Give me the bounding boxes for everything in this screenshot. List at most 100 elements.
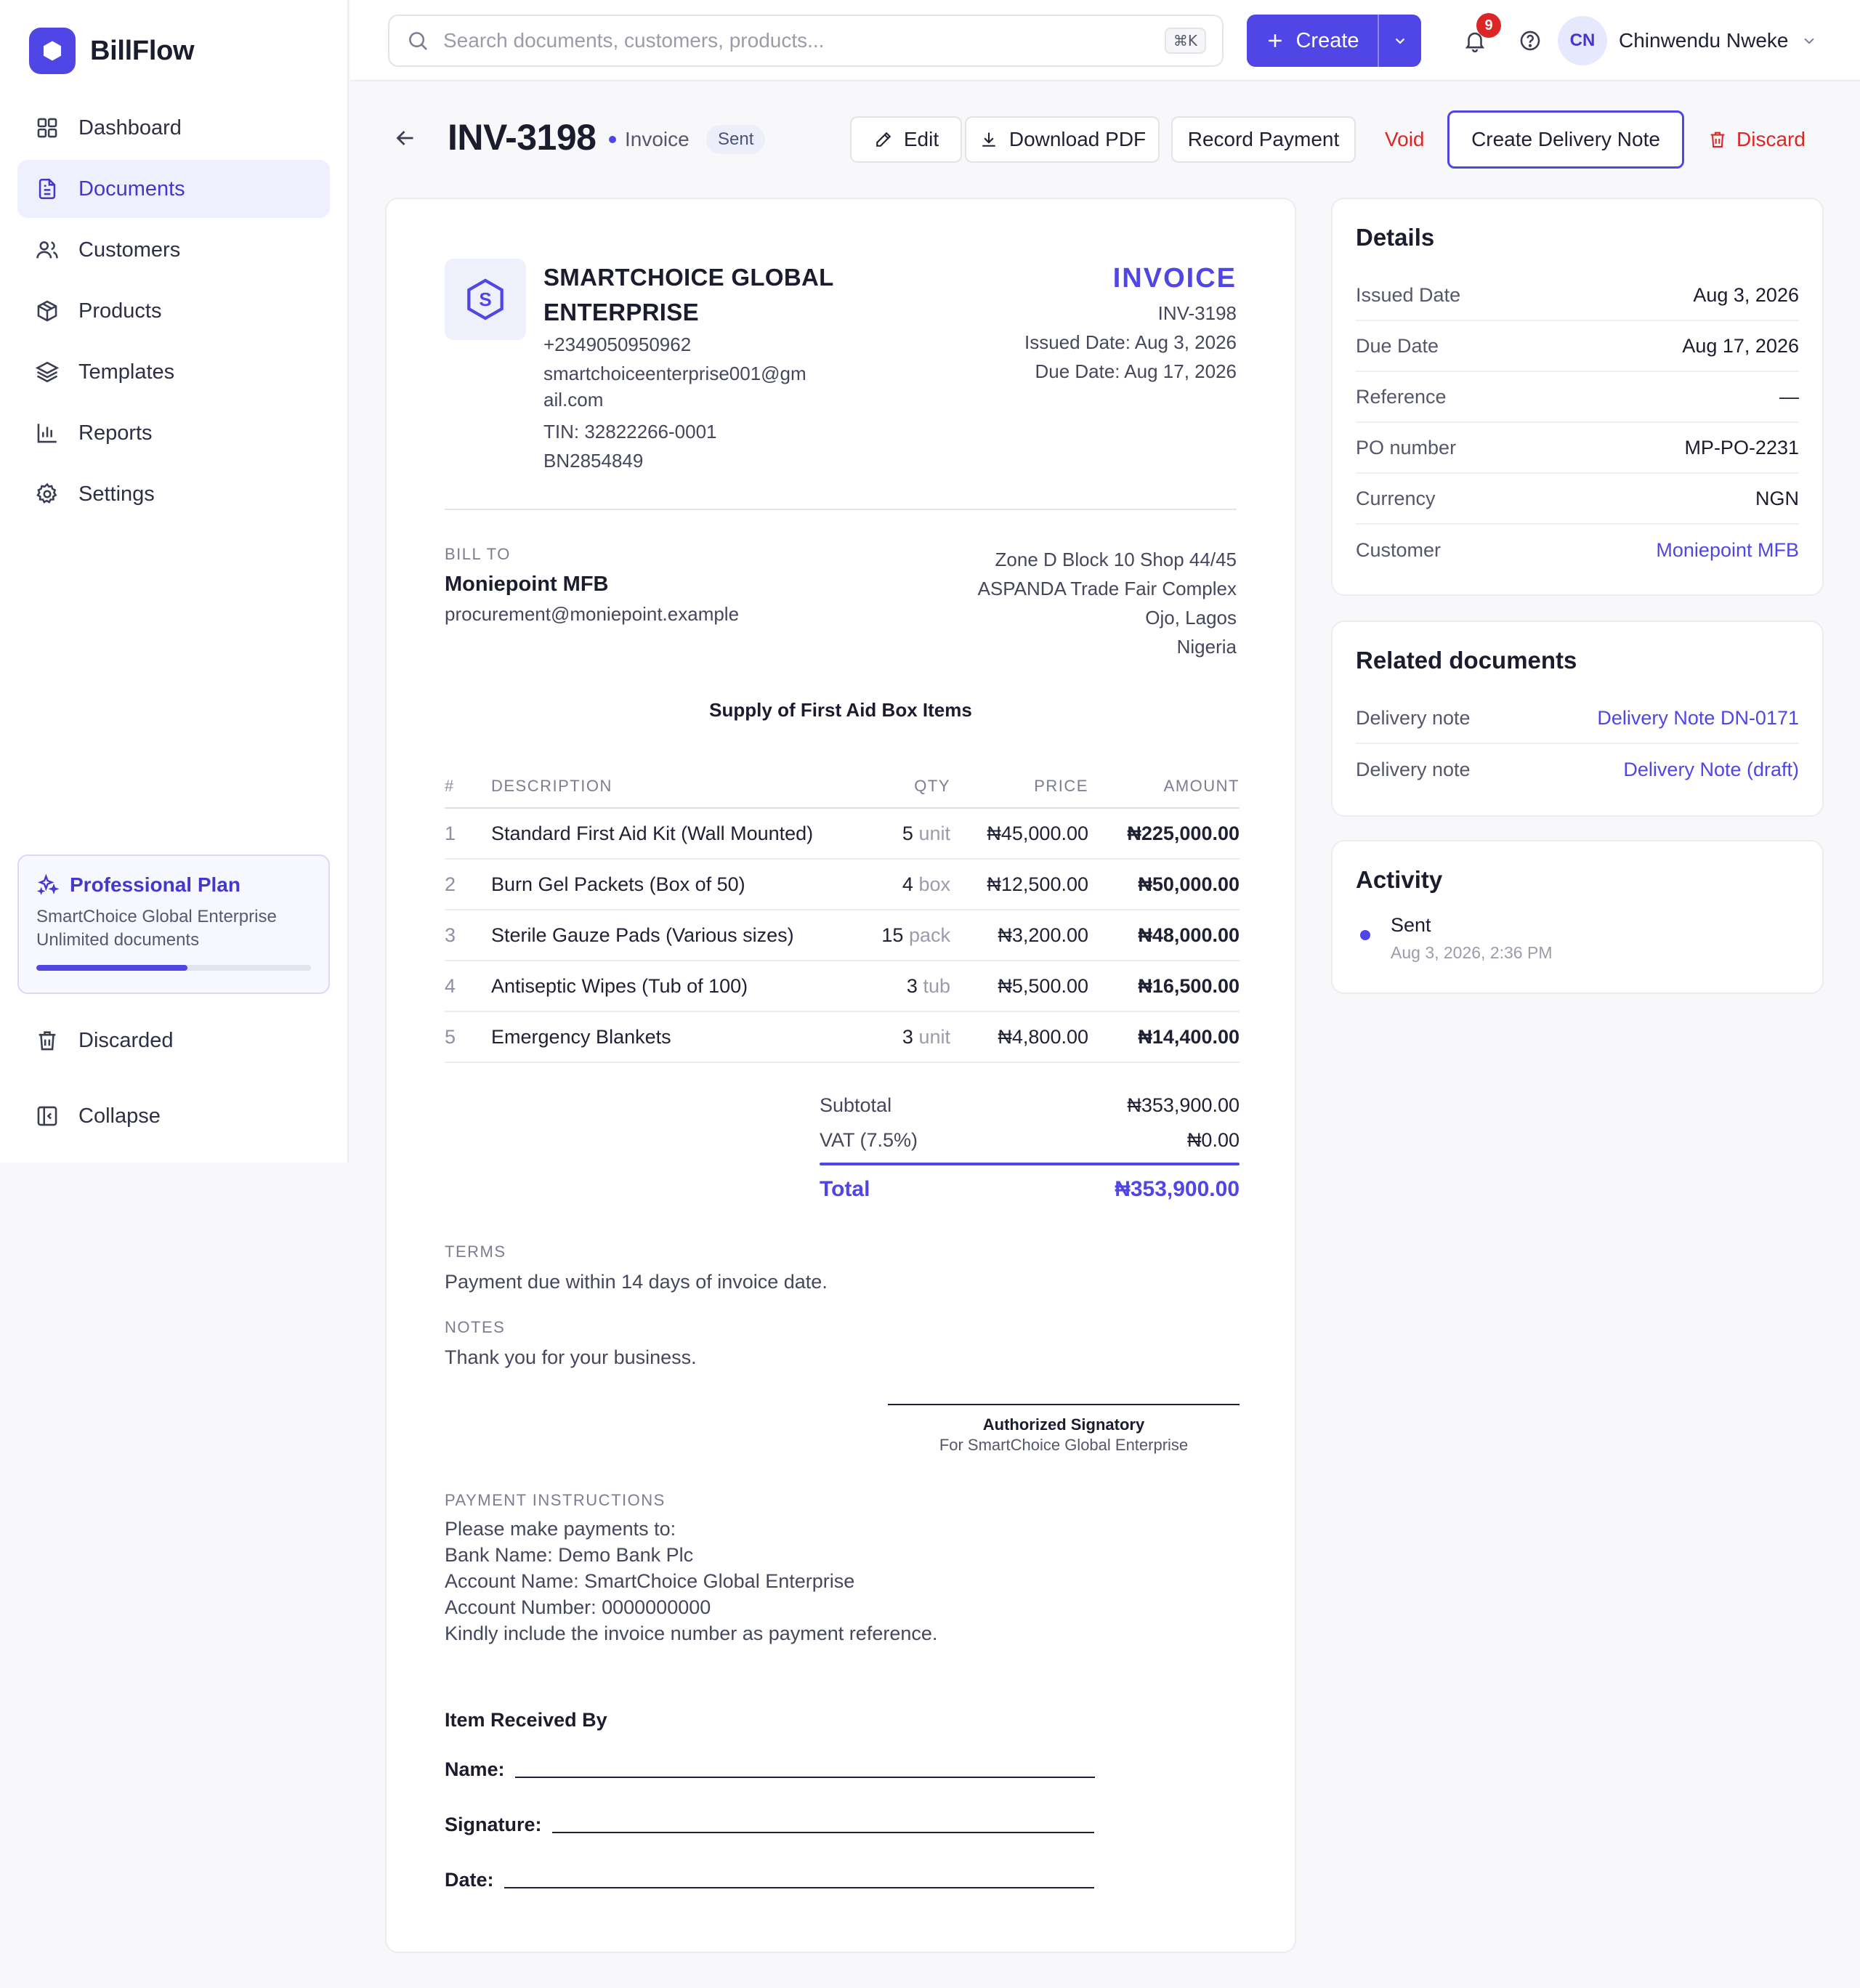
bill-to-address: Zone D Block 10 Shop 44/45 ASPANDA Trade… [978,545,1237,661]
details-card: Details Issued Date Aug 3, 2026 Due Date… [1331,198,1824,596]
total-value: ₦353,900.00 [1115,1177,1240,1201]
item-description: Standard First Aid Kit (Wall Mounted) [491,808,841,860]
sidebar-item-templates[interactable]: Templates [17,343,330,401]
related-documents-card: Related documents Delivery note Delivery… [1331,621,1824,817]
search-input[interactable] [443,29,1152,52]
search-icon [409,32,427,50]
user-name: Chinwendu Nweke [1619,29,1789,52]
invoice-issued-date: Issued Date: Aug 3, 2026 [1024,331,1237,353]
users-icon [36,241,58,259]
detail-row-customer: Customer Moniepoint MFB [1356,525,1799,575]
sidebar-item-label: Dashboard [78,116,182,140]
subtotal-row: Subtotal ₦353,900.00 [820,1094,1240,1117]
bar-chart-icon [37,424,57,443]
document-icon [39,178,56,200]
box-icon [37,300,57,322]
item-price: ₦4,800.00 [950,1011,1088,1063]
item-num: 3 [445,910,491,961]
vat-label: VAT (7.5%) [820,1129,918,1151]
page-title: INV-3198 [448,117,597,158]
activity-title: Activity [1356,866,1443,893]
total-divider [820,1163,1240,1165]
column-header-description: DESCRIPTION [491,764,841,809]
notes-text: Thank you for your business. [445,1346,697,1368]
user-menu[interactable]: CN Chinwendu Nweke [1558,16,1819,65]
company-email: smartchoiceenterprise001@gm ail.com [543,360,806,413]
activity-event: Sent [1391,914,1431,936]
item-amount: ₦14,400.00 [1088,1011,1240,1063]
detail-label: Customer [1356,538,1442,561]
sidebar-item-label: Collapse [78,1104,161,1128]
item-price: ₦3,200.00 [950,910,1088,961]
sidebar-item-reports[interactable]: Reports [17,404,330,462]
topbar: ⌘K Create 9 CN Chinwendu Nweke [350,0,1860,81]
edit-button[interactable]: Edit [850,116,962,163]
sidebar: BillFlow Dashboard Documents Customers P… [0,0,349,1163]
status-badge: Sent [706,125,766,154]
discard-label: Discard [1736,128,1806,150]
company-email-line: ail.com [543,389,604,411]
item-qty: 15 pack [841,910,950,961]
trash-icon [39,1031,56,1051]
grid-icon [37,118,57,138]
activity-time: Aug 3, 2026, 2:36 PM [1391,943,1553,962]
item-price: ₦45,000.00 [950,808,1088,860]
detail-row-issued-date: Issued Date Aug 3, 2026 [1356,270,1799,321]
signatory-title: Authorized Signatory [982,1415,1145,1434]
received-signature-line [551,1832,1094,1833]
search-shortcut: ⌘K [1164,28,1206,54]
download-pdf-button[interactable]: Download PDF [965,116,1160,163]
create-delivery-note-button[interactable]: Create Delivery Note [1447,110,1684,169]
help-button[interactable] [1510,20,1550,61]
sidebar-item-label: Settings [78,482,155,506]
payment-instructions-label: PAYMENT INSTRUCTIONS [445,1491,666,1509]
item-price: ₦12,500.00 [950,859,1088,910]
sidebar-item-documents[interactable]: Documents [17,160,330,218]
notifications-button[interactable]: 9 [1455,13,1501,61]
edit-label: Edit [903,128,939,150]
record-payment-button[interactable]: Record Payment [1171,116,1356,163]
discard-button[interactable]: Discard [1707,116,1806,163]
item-qty: 3 unit [841,1011,950,1063]
detail-label: Reference [1356,385,1447,408]
arrow-left-icon [396,131,413,145]
table-row: 1 Standard First Aid Kit (Wall Mounted) … [445,808,1240,860]
brand[interactable]: BillFlow [29,28,195,74]
related-label: Delivery note [1356,706,1471,729]
sidebar-item-settings[interactable]: Settings [17,465,330,523]
line-items-table: # DESCRIPTION QTY PRICE AMOUNT 1 Standar… [445,764,1240,1063]
terms-text: Payment due within 14 days of invoice da… [445,1271,828,1293]
related-document-link[interactable]: Delivery Note DN-0171 [1597,707,1799,730]
collapse-sidebar-icon [37,1106,57,1126]
avatar: CN [1558,16,1607,65]
invoice-due-date: Due Date: Aug 17, 2026 [1035,360,1237,382]
create-dropdown-button[interactable] [1378,15,1421,67]
vat-row: VAT (7.5%) ₦0.00 [820,1129,1240,1152]
sidebar-item-dashboard[interactable]: Dashboard [17,99,330,157]
related-row: Delivery note Delivery Note DN-0171 [1356,693,1799,744]
back-button[interactable] [392,125,418,151]
plan-title: Professional Plan [36,873,311,897]
subtotal-value: ₦353,900.00 [1127,1094,1240,1116]
received-name-field: Name: [445,1758,1095,1781]
detail-row-due-date: Due Date Aug 17, 2026 [1356,321,1799,372]
trash-icon [1710,132,1725,148]
sidebar-item-customers[interactable]: Customers [17,221,330,279]
plan-card[interactable]: Professional Plan SmartChoice Global Ent… [17,854,330,994]
qty-unit: pack [908,924,950,946]
customer-link[interactable]: Moniepoint MFB [1656,539,1799,562]
related-document-link[interactable]: Delivery Note (draft) [1623,759,1799,781]
void-button[interactable]: Void [1385,116,1425,163]
sidebar-item-discarded[interactable]: Discarded [17,1011,330,1070]
column-header-qty: QTY [841,764,950,809]
company-email-line: smartchoiceenterprise001@gm [543,363,806,384]
company-logo: S [445,259,526,340]
sidebar-collapse-button[interactable]: Collapse [17,1087,330,1145]
company-tin: TIN: 32822266-0001 [543,421,717,443]
gear-icon [36,482,57,504]
company-bn: BN2854849 [543,450,644,472]
create-button[interactable]: Create [1247,15,1378,67]
search-bar[interactable]: ⌘K [388,15,1224,67]
received-by-title: Item Received By [445,1709,607,1731]
sidebar-item-products[interactable]: Products [17,282,330,340]
